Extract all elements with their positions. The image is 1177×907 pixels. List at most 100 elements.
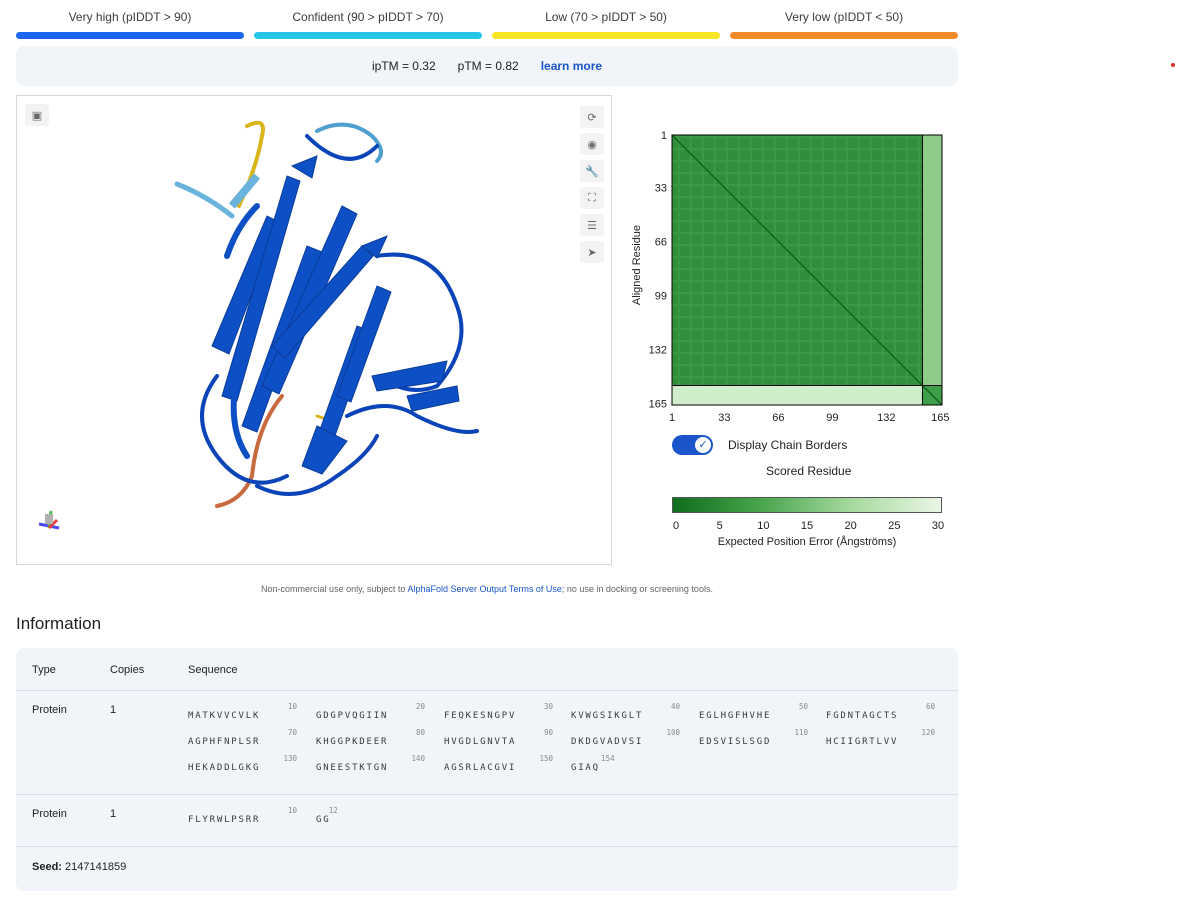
camera-icon[interactable]: ▣ bbox=[25, 104, 49, 126]
sequence-block: EDSVISLSGD bbox=[699, 737, 772, 747]
colorbar-tick: 20 bbox=[844, 520, 857, 532]
sequence-position: 40 bbox=[670, 702, 680, 711]
learn-more-link[interactable]: learn more bbox=[541, 59, 602, 73]
terms-link[interactable]: AlphaFold Server Output Terms of Use bbox=[407, 584, 561, 594]
legend-item: Low (70 > pIDDT > 50) bbox=[492, 10, 720, 39]
pae-x-tick: 165 bbox=[931, 412, 949, 424]
protein-structure-render[interactable] bbox=[17, 96, 612, 565]
pae-y-tick: 99 bbox=[655, 290, 667, 302]
colorbar-ticks: 0 5 10 15 20 25 30 bbox=[668, 520, 948, 534]
legend-label: Very low (pIDDT < 50) bbox=[784, 10, 904, 24]
pae-x-tick: 66 bbox=[772, 412, 784, 424]
pae-x-tick: 1 bbox=[669, 412, 675, 424]
sequence-block: GIAQ bbox=[571, 763, 600, 773]
pae-y-tick: 132 bbox=[649, 344, 667, 356]
notice-suffix: ; no use in docking or screening tools. bbox=[561, 584, 713, 594]
sequence-block: KHGGPKDEER bbox=[316, 737, 389, 747]
pae-x-tick: 33 bbox=[718, 412, 730, 424]
sequence-block: HEKADDLGKG bbox=[188, 763, 261, 773]
structure-viewer[interactable]: ▣ ⟳ ◉ 🔧 ⛶ ☰ ➤ bbox=[16, 95, 612, 565]
beta-strand bbox=[290, 155, 318, 179]
fullscreen-icon[interactable]: ⛶ bbox=[580, 187, 604, 209]
sequence-block: AGSRLACGVI bbox=[444, 763, 517, 773]
colorbar-tick: 5 bbox=[716, 520, 723, 532]
pointer-icon[interactable]: ➤ bbox=[580, 241, 604, 263]
row-divider bbox=[16, 846, 958, 847]
sequence-block: AGPHFNPLSR bbox=[188, 737, 261, 747]
sequence-position: 70 bbox=[287, 728, 297, 737]
seed-info: Seed: 2147141859 bbox=[32, 861, 126, 873]
focus-icon[interactable]: ◉ bbox=[580, 133, 604, 155]
sequence-position: 100 bbox=[666, 728, 680, 737]
legend-item: Very high (pIDDT > 90) bbox=[16, 10, 244, 39]
sequence-block: EGLHGFHVHE bbox=[699, 711, 772, 721]
sequence-block: GNEESTKTGN bbox=[316, 763, 389, 773]
colorbar-tick: 25 bbox=[888, 520, 901, 532]
sequence-position: 110 bbox=[794, 728, 808, 737]
sequence-block: FGDNTAGCTS bbox=[826, 711, 899, 721]
sequence-position: 130 bbox=[283, 754, 297, 763]
rotate-icon[interactable]: ⟳ bbox=[580, 106, 604, 128]
pae-y-axis-label: Aligned Residue bbox=[631, 225, 643, 305]
sequence-block: FLYRWLPSRR bbox=[188, 815, 261, 825]
pae-y-tick: 33 bbox=[655, 182, 667, 194]
pae-y-tick: 66 bbox=[655, 236, 667, 248]
entity-type: Protein bbox=[32, 704, 67, 716]
entity-copies: 1 bbox=[110, 808, 117, 820]
settings-sliders-icon[interactable]: ☰ bbox=[580, 214, 604, 236]
ptm-value: pTM = 0.82 bbox=[457, 59, 519, 73]
legend-color-bar bbox=[730, 32, 958, 39]
sequence-position: 50 bbox=[798, 702, 808, 711]
entity-type: Protein bbox=[32, 808, 67, 820]
information-title: Information bbox=[16, 614, 102, 633]
colorbar-tick: 15 bbox=[800, 520, 814, 532]
wrench-icon[interactable]: 🔧 bbox=[580, 160, 604, 182]
pae-x-tick: 132 bbox=[877, 412, 895, 424]
legend-color-bar bbox=[16, 32, 244, 39]
iptm-value: ipTM = 0.32 bbox=[371, 59, 436, 73]
entity-copies: 1 bbox=[110, 704, 117, 716]
sequence-position: 12 bbox=[328, 806, 338, 815]
pae-colorbar bbox=[672, 497, 942, 513]
sequence-block: MATKVVCVLK bbox=[188, 711, 261, 721]
sequence-block: DKDGVADVSI bbox=[571, 737, 644, 747]
notification-dot bbox=[1171, 63, 1175, 67]
copies-header: Copies bbox=[110, 664, 145, 676]
notice-prefix: Non-commercial use only, subject to bbox=[261, 584, 408, 594]
sequence-block: FEQKESNGPV bbox=[444, 711, 517, 721]
pae-block-ba bbox=[672, 385, 923, 405]
colorbar-tick: 30 bbox=[931, 520, 945, 532]
sequence-position: 80 bbox=[415, 728, 425, 737]
information-card: Type Copies Sequence Seed: 2147141859 Pr… bbox=[16, 648, 958, 891]
legend-item: Very low (pIDDT < 50) bbox=[730, 10, 958, 39]
structure-loop bbox=[174, 181, 235, 219]
sequence-block: GG bbox=[316, 815, 331, 825]
sequence-block: HCIIGRTLVV bbox=[826, 737, 899, 747]
sequence-position: 140 bbox=[411, 754, 425, 763]
chain-borders-toggle[interactable]: ✓ bbox=[672, 435, 713, 455]
sequence-header: Sequence bbox=[188, 664, 238, 676]
sequence-position: 154 bbox=[601, 754, 615, 763]
legend-color-bar bbox=[254, 32, 482, 39]
sequence-position: 20 bbox=[415, 702, 425, 711]
terms-notice: Non-commercial use only, subject to Alph… bbox=[16, 584, 958, 594]
legend-label: Very high (pIDDT > 90) bbox=[68, 10, 192, 24]
sequence-block: KVWGSIKGLT bbox=[571, 711, 644, 721]
sequence-position: 10 bbox=[287, 702, 297, 711]
pae-x-tick: 99 bbox=[826, 412, 838, 424]
type-header: Type bbox=[32, 664, 56, 676]
pae-plot[interactable]: 1 1 33 33 66 66 99 99 132 132 165 165 Aligned Resid… bbox=[625, 95, 955, 425]
seed-label: Seed: bbox=[32, 861, 62, 873]
colorbar-tick: 10 bbox=[757, 520, 770, 532]
colorbar-title: Expected Position Error (Ångströms) bbox=[717, 536, 897, 548]
legend-color-bar bbox=[492, 32, 720, 39]
legend-label: Low (70 > pIDDT > 50) bbox=[545, 10, 667, 24]
sequence-position: 90 bbox=[543, 728, 553, 737]
structure-loop bbox=[315, 122, 383, 163]
sequence-position: 120 bbox=[921, 728, 935, 737]
seed-value: 2147141859 bbox=[65, 861, 127, 873]
beta-strand bbox=[301, 425, 348, 475]
sequence-block: HVGDLGNVTA bbox=[444, 737, 517, 747]
sequence-position: 60 bbox=[925, 702, 935, 711]
colorbar-tick: 0 bbox=[672, 520, 680, 532]
